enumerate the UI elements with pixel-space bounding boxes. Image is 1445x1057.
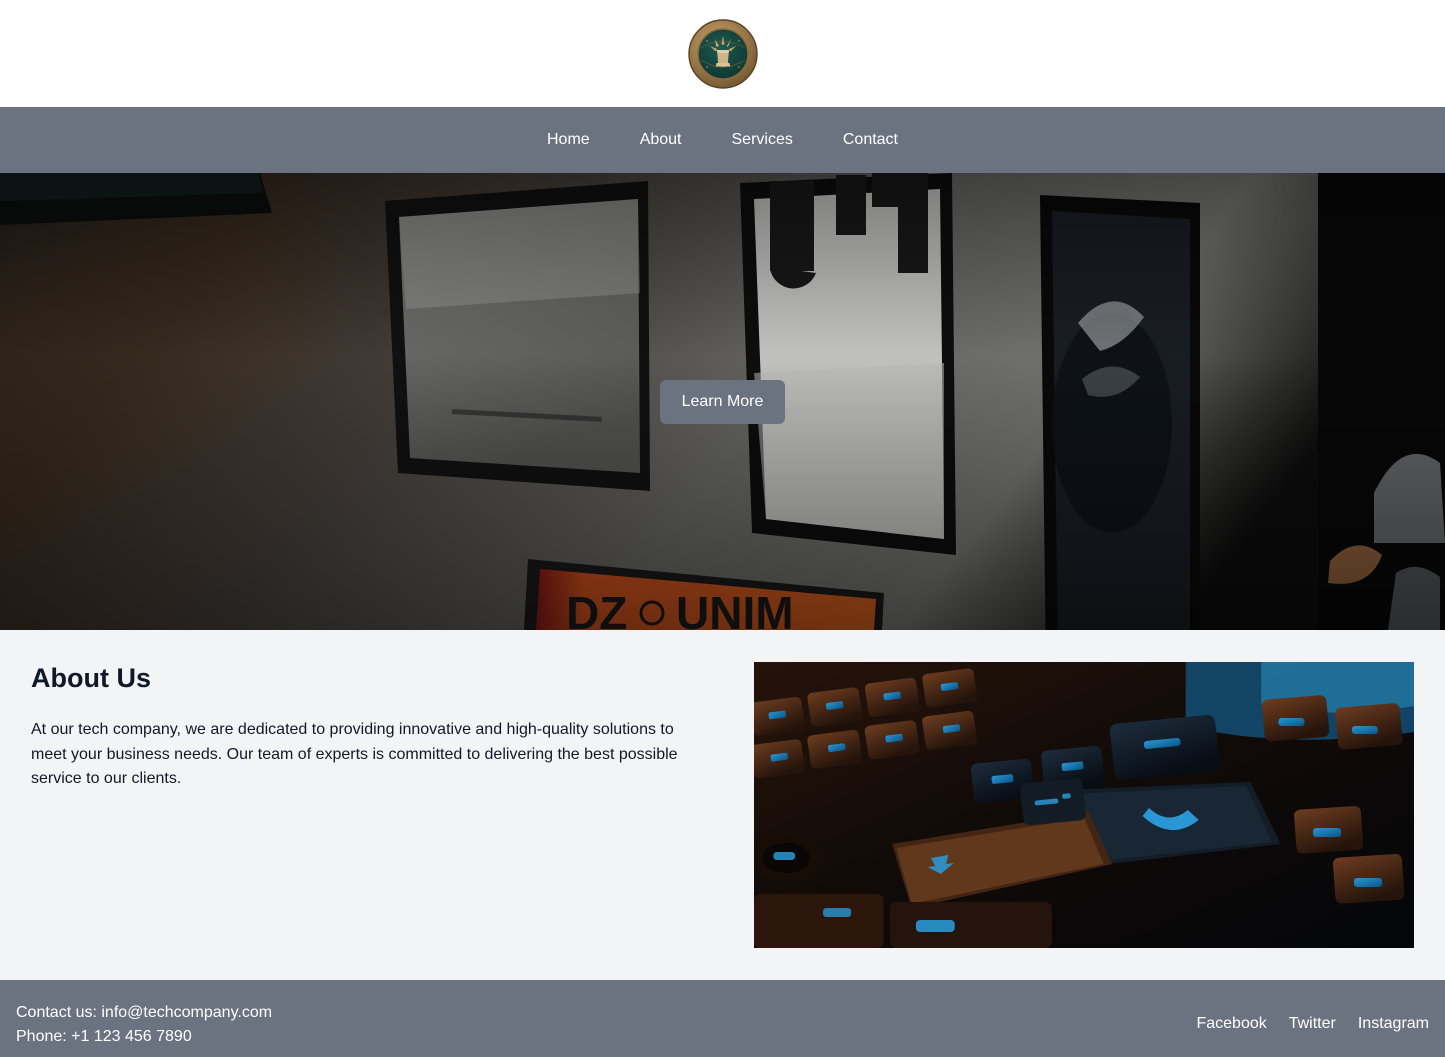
nav-item-home[interactable]: Home: [522, 131, 615, 149]
nav-link-about[interactable]: About: [640, 132, 682, 148]
about-text-column: About Us At our tech company, we are ded…: [0, 662, 723, 791]
nav-item-contact[interactable]: Contact: [818, 131, 923, 149]
about-image-column: [723, 662, 1445, 948]
nav-item-services[interactable]: Services: [707, 131, 818, 149]
site-header: [0, 0, 1445, 107]
social-link-twitter[interactable]: Twitter: [1289, 1015, 1336, 1033]
footer-phone-line: Phone: +1 123 456 7890: [16, 1027, 192, 1045]
about-paragraph: At our tech company, we are dedicated to…: [31, 721, 678, 788]
about-section: About Us At our tech company, we are ded…: [0, 630, 1445, 980]
social-link-instagram[interactable]: Instagram: [1358, 1015, 1429, 1033]
page-root: Home About Services Contact Learn More A…: [0, 0, 1445, 1057]
footer-email-line: Contact us: info@techcompany.com: [16, 1003, 273, 1021]
nav-link-home[interactable]: Home: [547, 132, 590, 148]
nav-item-about[interactable]: About: [615, 131, 707, 149]
company-seal-logo-icon: [687, 18, 758, 89]
about-keyboard-image: [753, 662, 1414, 948]
nav-link-services[interactable]: Services: [732, 132, 793, 148]
hero-section: DZ UNIM Learn More: [0, 173, 1445, 630]
nav-link-contact[interactable]: Contact: [843, 132, 898, 148]
nav-list: Home About Services Contact: [522, 131, 923, 149]
site-footer: Contact us: info@techcompany.com Phone: …: [0, 980, 1445, 1057]
footer-social-links: Facebook Twitter Instagram: [1174, 1015, 1429, 1035]
hero-learn-more-button[interactable]: Learn More: [659, 379, 786, 424]
social-link-facebook[interactable]: Facebook: [1196, 1015, 1266, 1033]
footer-contact-block: Contact us: info@techcompany.com Phone: …: [16, 1001, 272, 1049]
main-navigation: Home About Services Contact: [0, 107, 1445, 173]
site-logo[interactable]: [687, 18, 759, 90]
about-heading: About Us: [31, 663, 151, 693]
